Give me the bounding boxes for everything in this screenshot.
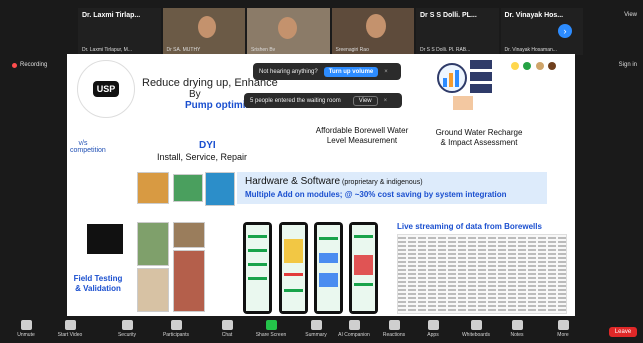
participant-tile-5[interactable]: Dr S S Dolli. PL... Dr S S Dolli. Pl. RA… [416, 8, 499, 55]
device-photo [205, 172, 235, 206]
participant-name: Dr. Vinayak Hos... [504, 12, 564, 19]
waiting-room-view-button[interactable]: View [352, 95, 378, 106]
notes-button[interactable]: Notes [499, 320, 535, 338]
dyi-heading: DYI [199, 140, 216, 151]
share-screen-button[interactable]: Share Screen [253, 320, 289, 338]
audio-toast: Not hearing anything? Turn up volume × [253, 63, 401, 80]
seal-icon [548, 62, 556, 70]
slide-title-by: By [189, 89, 201, 100]
recording-label: Recording [20, 62, 48, 68]
view-menu-button[interactable]: View [624, 12, 637, 18]
turn-up-volume-button[interactable]: Turn up volume [323, 66, 379, 77]
usp-logo: USP [77, 60, 135, 118]
phone-screen-4 [349, 222, 378, 314]
participant-strip: Dr. Laxmi Tirlap... Dr. Laxmi Tirlapur, … [78, 8, 583, 60]
field-testing-text: Field Testing & Validation [73, 274, 123, 293]
hardware-software-title: Hardware & Software (proprietary & indig… [245, 176, 423, 187]
participant-subtitle: Srishen Bv [251, 47, 276, 53]
stairs-icon [87, 224, 123, 254]
participant-name: Dr S S Dolli. PL... [420, 12, 477, 19]
hardware-photo [137, 172, 169, 204]
reaction-icon [388, 320, 400, 330]
shield-icon [121, 320, 133, 330]
participant-subtitle: Dr. Vinayak Hosaman... [504, 47, 557, 53]
sign-in-link[interactable]: Sign in [619, 62, 637, 68]
field-photo-3 [137, 268, 169, 312]
phone-screen-1 [243, 222, 272, 314]
microphone-muted-icon [20, 320, 32, 330]
participant-name: Dr. Laxmi Tirlap... [82, 12, 141, 19]
participants-icon [170, 320, 182, 330]
participant-subtitle: Dr SA. MUTHY [166, 47, 201, 53]
participant-tile-2[interactable]: Dr SA. MUTHY [162, 8, 245, 55]
participants-button[interactable]: Participants [158, 320, 194, 338]
apps-button[interactable]: Apps [415, 320, 451, 338]
participant-subtitle: Dr. Laxmi Tirlapur, M... [82, 47, 133, 53]
security-button[interactable]: Security [109, 320, 145, 338]
cost-saving-text: Multiple Add on modules; @ ~30% cost sav… [245, 190, 507, 199]
participant-tile-4[interactable]: Sreenagiri Rao [331, 8, 414, 55]
analytics-icon [437, 60, 492, 110]
apps-icon [427, 320, 439, 330]
participant-subtitle: Sreenagiri Rao [335, 47, 369, 53]
audio-toast-text: Not hearing anything? [259, 68, 318, 75]
reactions-button[interactable]: Reactions [376, 320, 412, 338]
waiting-room-text: 5 people entered the waiting room [250, 97, 341, 104]
close-icon[interactable]: × [384, 98, 388, 104]
more-icon [557, 320, 569, 330]
phone-screen-3 [314, 222, 343, 314]
leaf-icon [523, 62, 531, 70]
affordable-measurement-text: Affordable Borewell Water Level Measurem… [315, 126, 409, 145]
shared-slide: USP Reduce drying up, Enhance By Pump op… [67, 54, 575, 316]
logo-text: USP [92, 81, 120, 97]
close-icon[interactable]: × [384, 69, 388, 75]
sensor-photo [173, 174, 203, 202]
borewell-data-table [397, 234, 567, 314]
participant-video [197, 16, 216, 38]
next-page-button[interactable]: › [558, 24, 572, 38]
competition-label: v/s competition [70, 140, 106, 154]
ground-water-text: Ground Water Recharge & Impact Assessmen… [435, 128, 523, 147]
slide-title-pump: Pump optimiz [185, 100, 251, 111]
recording-indicator: Recording [12, 62, 47, 68]
meeting-toolbar: Unmute Start Video Security Participants… [0, 318, 643, 343]
recording-dot-icon [12, 62, 17, 68]
ai-companion-button[interactable]: AI Companion [336, 320, 372, 338]
summary-icon [310, 320, 322, 330]
phone-screen-2 [279, 222, 308, 314]
field-photo-1 [137, 222, 169, 266]
whiteboard-icon [470, 320, 482, 330]
start-video-button[interactable]: Start Video [52, 320, 88, 338]
participant-tile-3[interactable]: Srishen Bv [247, 8, 330, 55]
summary-button[interactable]: Summary [298, 320, 334, 338]
field-photo-4 [173, 250, 205, 312]
zoom-meeting-window: Dr. Laxmi Tirlap... Dr. Laxmi Tirlapur, … [0, 0, 643, 343]
participant-video [278, 17, 297, 39]
live-streaming-title: Live streaming of data from Borewells [397, 222, 542, 231]
share-screen-icon [265, 320, 277, 330]
unmute-button[interactable]: Unmute [8, 320, 44, 338]
chat-button[interactable]: Chat [209, 320, 245, 338]
sparkle-icon [348, 320, 360, 330]
participant-subtitle: Dr S S Dolli. Pl. RAB... [420, 47, 471, 53]
whiteboards-button[interactable]: Whiteboards [458, 320, 494, 338]
leave-button[interactable]: Leave [609, 327, 637, 337]
waiting-room-toast: 5 people entered the waiting room View × [244, 93, 402, 108]
hardware-software-main: Hardware & Software [245, 176, 341, 187]
field-photo-2 [173, 222, 205, 248]
participant-tile-1[interactable]: Dr. Laxmi Tirlap... Dr. Laxmi Tirlapur, … [78, 8, 161, 55]
hardware-software-note: (proprietary & indigenous) [340, 179, 423, 186]
participant-video [365, 14, 386, 38]
more-button[interactable]: More [545, 320, 581, 338]
dyi-description: Install, Service, Repair [157, 152, 248, 162]
video-off-icon [64, 320, 76, 330]
medal-icon [536, 62, 544, 70]
chat-icon [221, 320, 233, 330]
notes-icon [511, 320, 523, 330]
badge-icon [511, 62, 519, 70]
